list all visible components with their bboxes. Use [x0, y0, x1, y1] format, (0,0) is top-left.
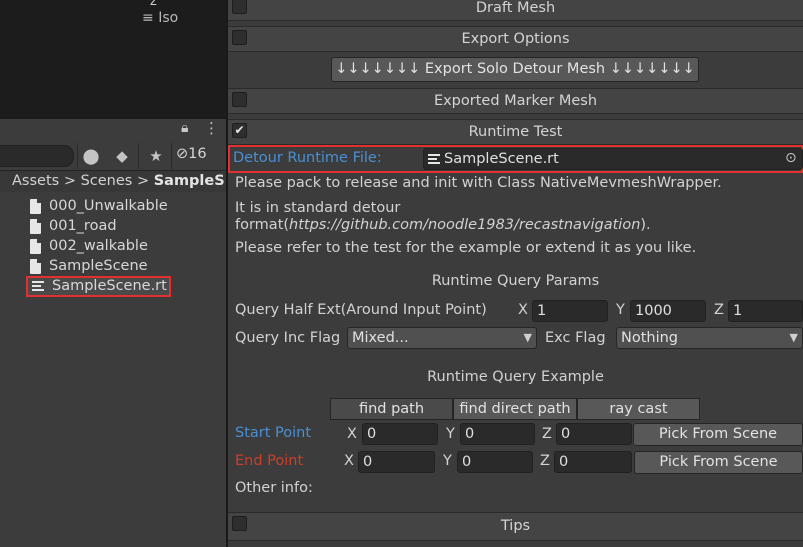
end-point-label: End Point	[235, 453, 304, 469]
axis-y-label: Y	[446, 426, 455, 442]
info-format-line: format(https://github.com/noodle1983/rec…	[235, 217, 651, 233]
projection-label: Iso	[158, 10, 179, 26]
breadcrumb-separator: >	[136, 173, 154, 189]
breadcrumb: Assets > Scenes > SampleS	[12, 173, 226, 189]
file-name: SampleScene	[49, 258, 148, 274]
end-z-field[interactable]: 0	[554, 451, 632, 473]
breadcrumb-scenes[interactable]: Scenes	[81, 173, 133, 189]
axis-z-label: Z	[714, 302, 724, 318]
project-header: 🔒︎ ⋮	[0, 119, 226, 141]
file-icon	[30, 198, 41, 214]
exc-flag-label: Exc Flag	[545, 330, 606, 346]
start-point-label: Start Point	[235, 425, 312, 441]
scene-gizmo-axis[interactable]: z	[150, 0, 157, 9]
inc-flag-label: Query Inc Flag	[235, 330, 341, 346]
toolbar-separator	[77, 143, 78, 169]
toolbar-separator	[138, 143, 139, 169]
more-menu-icon[interactable]: ⋮	[204, 119, 219, 137]
projection-toggle[interactable]: ≡ Iso	[142, 10, 178, 26]
breadcrumb-separator: >	[63, 173, 81, 189]
start-z-field[interactable]: 0	[556, 423, 632, 445]
axis-z-label: Z	[542, 426, 552, 442]
axis-x-label: X	[347, 426, 357, 442]
toolbar-separator	[171, 143, 172, 169]
start-y-field[interactable]: 0	[460, 423, 535, 445]
info-pack-release: Please pack to release and init with Cla…	[235, 175, 722, 191]
end-pick-from-scene-button[interactable]: Pick From Scene	[634, 451, 803, 474]
file-item[interactable]: SampleScene	[30, 256, 148, 276]
half-ext-z-field[interactable]: 1	[728, 300, 803, 322]
section-label: Exported Marker Mesh	[433, 93, 598, 109]
runtime-file-value: SampleScene.rt	[444, 151, 559, 167]
tab-find-path[interactable]: find path	[330, 398, 453, 420]
start-x-field[interactable]: 0	[362, 423, 438, 445]
favorite-star-icon[interactable]: ★	[145, 146, 167, 166]
section-label: Draft Mesh	[475, 0, 556, 16]
tab-find-direct-path[interactable]: find direct path	[453, 398, 577, 420]
info-standard-format: It is in standard detour	[235, 200, 401, 216]
query-example-title: Runtime Query Example	[427, 369, 604, 385]
exported-marker-section[interactable]: Exported Marker Mesh	[228, 88, 803, 114]
draft-mesh-section[interactable]: Draft Mesh	[228, 0, 803, 21]
section-label: Runtime Test	[468, 124, 563, 140]
text-file-icon	[32, 281, 44, 291]
other-info-label: Other info:	[235, 480, 313, 496]
search-input[interactable]	[0, 145, 74, 167]
hidden-count: 16	[188, 146, 207, 162]
breadcrumb-current[interactable]: SampleS	[154, 173, 225, 189]
half-ext-y-field[interactable]: 1000	[630, 300, 706, 322]
file-item[interactable]: 000_Unwalkable	[30, 196, 168, 216]
lock-icon[interactable]: 🔒︎	[181, 120, 188, 136]
info-format-prefix: format(	[235, 217, 290, 233]
runtime-file-field[interactable]: SampleScene.rt	[423, 148, 803, 170]
file-name: 001_road	[49, 218, 117, 234]
axis-y-label: Y	[616, 302, 625, 318]
text-file-icon	[428, 154, 440, 164]
half-ext-x-field[interactable]: 1	[532, 300, 608, 322]
file-icon	[30, 258, 41, 274]
exc-flag-value: Nothing	[621, 330, 679, 346]
tips-section[interactable]: Tips	[228, 512, 803, 541]
object-picker-icon[interactable]: ⊙	[785, 150, 797, 166]
file-item-selected[interactable]: SampleScene.rt	[32, 276, 167, 296]
hidden-packages-toggle[interactable]: ⊘16	[176, 146, 207, 162]
query-params-title: Runtime Query Params	[431, 273, 600, 289]
axis-z-label: Z	[540, 453, 550, 469]
end-x-field[interactable]: 0	[358, 451, 435, 473]
file-icon	[30, 218, 41, 234]
exc-flag-dropdown[interactable]: Nothing ▼	[616, 327, 803, 349]
info-refer-test: Please refer to the test for the example…	[235, 240, 697, 256]
runtime-file-label: Detour Runtime File:	[233, 150, 382, 166]
tab-ray-cast[interactable]: ray cast	[577, 398, 700, 420]
section-label: Tips	[500, 518, 531, 534]
inc-flag-value: Mixed...	[352, 330, 409, 346]
file-item[interactable]: 001_road	[30, 216, 117, 236]
file-name: 000_Unwalkable	[49, 198, 168, 214]
half-ext-label: Query Half Ext(Around Input Point)	[235, 302, 487, 318]
end-y-field[interactable]: 0	[457, 451, 533, 473]
info-format-suffix: ).	[640, 217, 651, 233]
github-link[interactable]: https://github.com/noodle1983/recastnavi…	[289, 217, 640, 233]
eye-slash-icon: ⊘	[176, 146, 189, 162]
search-by-type-icon[interactable]: ⬤	[80, 146, 102, 166]
export-solo-detour-mesh-button[interactable]: ↓↓↓↓↓↓↓ Export Solo Detour Mesh ↓↓↓↓↓↓↓	[331, 57, 699, 82]
file-icon	[30, 238, 41, 254]
file-name: 002_walkable	[49, 238, 148, 254]
section-label: Export Options	[461, 31, 570, 47]
scene-view[interactable]: z ≡ Iso	[0, 0, 226, 118]
search-by-label-icon[interactable]: ◆	[111, 146, 133, 166]
dropdown-arrow-icon: ▼	[789, 331, 798, 344]
file-name: SampleScene.rt	[52, 278, 167, 294]
axis-x-label: X	[518, 302, 528, 318]
dropdown-arrow-icon: ▼	[523, 331, 532, 344]
axis-y-label: Y	[443, 453, 452, 469]
start-pick-from-scene-button[interactable]: Pick From Scene	[633, 423, 803, 446]
inc-flag-dropdown[interactable]: Mixed... ▼	[347, 327, 537, 349]
export-options-section[interactable]: Export Options	[228, 26, 803, 52]
file-item[interactable]: 002_walkable	[30, 236, 148, 256]
axis-x-label: X	[344, 453, 354, 469]
breadcrumb-assets[interactable]: Assets	[12, 173, 59, 189]
runtime-test-section[interactable]: ✔ Runtime Test	[228, 119, 803, 145]
